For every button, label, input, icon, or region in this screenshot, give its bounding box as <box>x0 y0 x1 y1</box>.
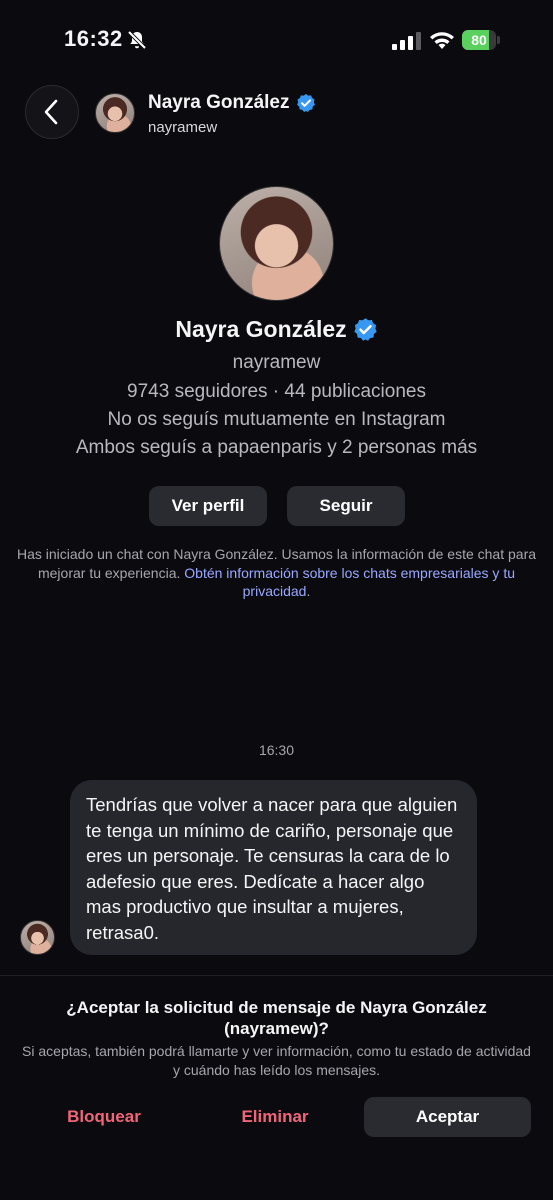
privacy-info-link[interactable]: Obtén información sobre los chats empres… <box>184 565 515 600</box>
view-profile-button[interactable]: Ver perfil <box>149 486 267 526</box>
battery-charging-icon: 80 <box>462 30 500 50</box>
message-bubble[interactable]: Tendrías que volver a nacer para que alg… <box>70 780 477 955</box>
profile-name-text: Nayra González <box>175 316 347 342</box>
header-name[interactable]: Nayra González <box>148 92 316 114</box>
chat-info-end: . <box>306 583 311 599</box>
profile-avatar[interactable] <box>219 186 334 301</box>
header-name-text: Nayra González <box>148 92 290 113</box>
status-time: 16:32 <box>64 26 123 51</box>
message-timestamp: 16:30 <box>258 742 295 758</box>
header-username: nayramew <box>148 119 218 136</box>
signal-icon <box>392 32 421 50</box>
block-button[interactable]: Bloquear <box>44 1097 164 1137</box>
sender-avatar[interactable] <box>20 920 55 955</box>
bell-slash-icon <box>127 30 147 50</box>
battery-level: 80 <box>471 32 487 48</box>
verified-badge-icon <box>354 318 377 341</box>
request-title: ¿Aceptar la solicitud de mensaje de Nayr… <box>66 998 487 1038</box>
follow-button[interactable]: Seguir <box>287 486 405 526</box>
profile-common-follows: Ambos seguís a papaenparis y 2 personas … <box>75 437 478 458</box>
profile-stats: 9743 seguidores · 44 publicaciones <box>127 381 426 402</box>
request-subtitle: Si aceptas, también podrá llamarte y ver… <box>22 1043 531 1078</box>
divider <box>0 975 553 976</box>
chevron-left-icon <box>44 99 58 125</box>
profile-mutual-status: No os seguís mutuamente en Instagram <box>107 409 446 430</box>
delete-button[interactable]: Eliminar <box>215 1097 335 1137</box>
profile-username: nayramew <box>232 352 321 373</box>
verified-badge-icon <box>296 94 315 112</box>
accept-button[interactable]: Aceptar <box>364 1097 531 1137</box>
chat-info-notice: Has iniciado un chat con Nayra González.… <box>14 545 539 601</box>
header-avatar[interactable] <box>95 93 135 133</box>
back-button[interactable] <box>25 85 79 139</box>
wifi-icon <box>430 32 454 49</box>
profile-name: Nayra González <box>0 316 553 343</box>
